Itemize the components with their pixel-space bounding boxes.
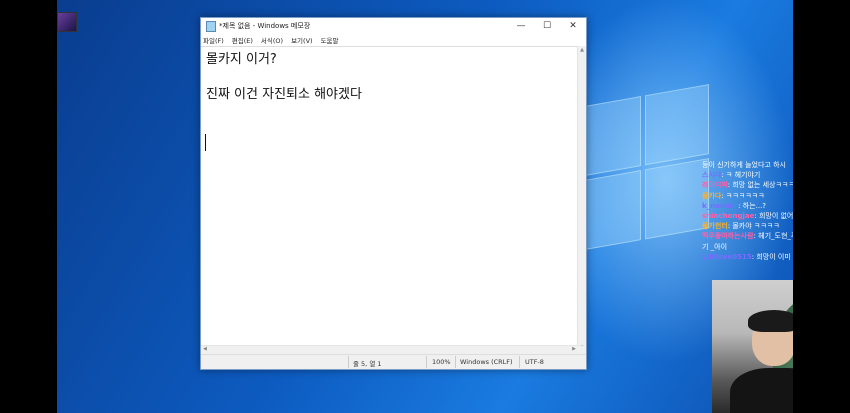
title-bar[interactable]: *제목 없음 - Windows 메모장 — ☐ ✕ [201,18,586,34]
chat-nickname: shinchongjae [702,212,755,221]
menu-edit[interactable]: 편집(E) [232,35,253,45]
chat-text: 기 _아이 [702,242,728,251]
chat-nickname: 몰카헌터 [702,222,728,231]
scroll-left-arrow-icon[interactable]: ◀ [203,346,207,352]
text-editor[interactable]: 몰카지 이거? 진짜 이건 자진퇴소 해야겠다 [201,46,578,353]
minimize-button[interactable]: — [508,18,534,34]
desktop-shortcut-icon[interactable] [57,12,77,32]
chat-text: 하는...? [742,201,767,210]
windows-logo-wallpaper [577,83,717,258]
menu-format[interactable]: 서식(O) [261,35,283,45]
scroll-up-arrow-icon[interactable]: ▲ [578,47,586,53]
chat-text: 희망 없는 세상ㅋㅋㅋㅋ [732,181,793,190]
text-caret [205,134,206,151]
chat-message: 맥주좋아하는사람: 헤기_도현_푸 [702,231,793,241]
chat-nickname: 레이디피 [702,181,728,190]
chat-text: ㅋ 헤기야기 [725,171,761,180]
chat-nickname: 몰카다 [702,191,722,200]
zoom-level: 100% [432,358,451,366]
chat-text: 몰카야 ㅋㅋㅋㅋ [732,222,780,231]
chat-message: 스시다: ㅋ 헤기야기 [702,171,761,180]
menu-file[interactable]: 파일(F) [203,35,224,45]
chat-nickname: 맥주좋아하는사람 [702,232,754,241]
resize-corner[interactable] [578,346,586,354]
chat-text: 헤기_도현_푸 [758,232,793,241]
vertical-scrollbar[interactable]: ▲ ▼ [577,46,586,352]
editor-line-3: 진짜 이건 자진퇴소 해야겠다 [206,87,362,102]
maximize-button[interactable]: ☐ [534,18,560,34]
line-ending: Windows (CRLF) [460,358,513,366]
scroll-right-arrow-icon[interactable]: ▶ [572,346,576,352]
stream-chat-overlay: 등이 신기하게 늘었다고 하시스시다: ㅋ 헤기야기 레이디피: 희망 없는 세상… [702,160,793,262]
menu-bar: 파일(F) 편집(E) 서식(O) 보기(V) 도움말 [201,34,586,46]
chat-nickname: 스시다 [702,171,722,180]
chat-text: 희망이 없어.. [758,212,793,221]
chat-text: ㅋㅋㅋㅋㅋㅋ [725,191,765,200]
close-button[interactable]: ✕ [560,18,586,34]
chat-message: shinchongjae: 희망이 없어.. [702,211,793,221]
chat-nickname: ydclove0515 [702,252,752,261]
cursor-position: 줄 5, 열 1 [353,360,382,368]
chat-message: 등이 신기하게 늘었다고 하시 [702,160,793,170]
menu-help[interactable]: 도움말 [321,35,339,45]
horizontal-scrollbar[interactable]: ◀ ▶ [201,345,578,354]
chat-message: k_nomdi_: 하는...? [702,201,767,210]
editor-line-1: 몰카지 이거? [206,52,277,67]
chat-message: 몰카다: ㅋㅋㅋㅋㅋㅋ [702,191,765,200]
chat-message: 몰카헌터: 몰카야 ㅋㅋㅋㅋ [702,222,780,231]
chat-text: 등이 신기하게 늘었다고 하시 [702,161,786,169]
notepad-icon [206,20,216,32]
chat-message: ydclove0515: 희망이 이미 없다 [702,252,793,262]
notepad-window[interactable]: *제목 없음 - Windows 메모장 — ☐ ✕ 파일(F) 편집(E) 서… [200,17,587,370]
webcam-overlay [712,280,793,413]
chat-message: 기 _아이 [702,242,793,252]
window-title: *제목 없음 - Windows 메모장 [219,22,311,30]
menu-view[interactable]: 보기(V) [291,35,312,45]
chat-message: 레이디피: 희망 없는 세상ㅋㅋㅋㅋ [702,180,793,190]
status-bar: 줄 5, 열 1 100% Windows (CRLF) UTF-8 [201,354,586,369]
chat-nickname: k_nomdi_ [702,201,739,210]
chat-text: 희망이 이미 없다 [756,252,793,261]
encoding: UTF-8 [525,358,544,366]
